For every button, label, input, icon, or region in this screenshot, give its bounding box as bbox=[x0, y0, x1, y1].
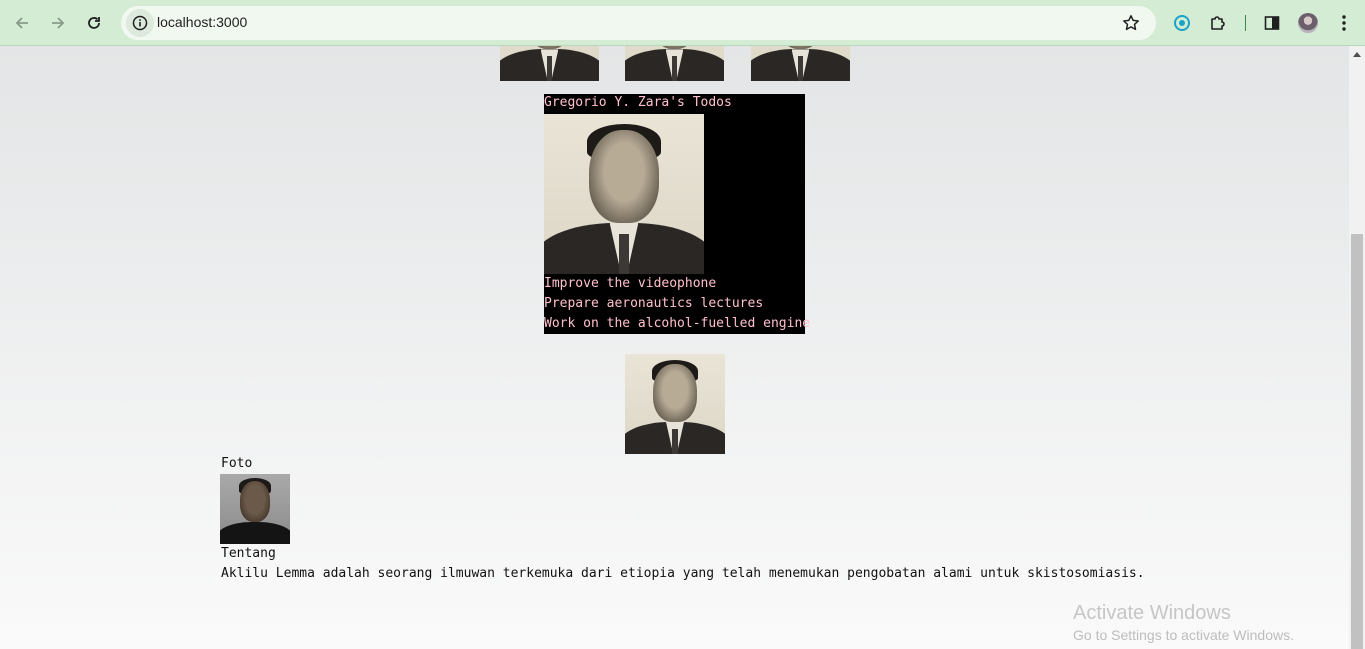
toolbar-divider bbox=[1245, 15, 1246, 31]
reload-icon bbox=[88, 17, 100, 29]
back-button[interactable] bbox=[8, 9, 36, 37]
browser-toolbar: localhost:3000 bbox=[0, 0, 1365, 46]
thumbnail-photo bbox=[751, 46, 850, 81]
watermark-subtitle: Go to Settings to activate Windows. bbox=[1073, 627, 1294, 643]
portrait-photo bbox=[625, 354, 725, 454]
puzzle-icon bbox=[1211, 16, 1225, 30]
url-text[interactable]: localhost:3000 bbox=[157, 14, 247, 30]
browser-menu-button[interactable] bbox=[1330, 9, 1358, 37]
info-icon bbox=[132, 15, 148, 31]
site-info-button[interactable] bbox=[126, 9, 154, 37]
kebab-menu-icon bbox=[1342, 15, 1346, 31]
scrollbar-thumb[interactable] bbox=[1351, 234, 1363, 649]
page-viewport: Gregorio Y. Zara's Todos Improve the vid… bbox=[0, 46, 1349, 649]
todo-item: Prepare aeronautics lectures bbox=[544, 296, 764, 311]
scroll-up-arrow-icon[interactable] bbox=[1353, 52, 1361, 57]
vertical-scrollbar[interactable] bbox=[1349, 46, 1365, 649]
thumbnail-photo bbox=[500, 46, 599, 81]
todo-card-photo bbox=[544, 114, 704, 274]
watermark-title: Activate Windows bbox=[1073, 602, 1231, 624]
arrow-right-icon bbox=[52, 17, 65, 29]
todo-list: Improve the videophone Prepare aeronauti… bbox=[544, 274, 810, 334]
bookmark-button[interactable] bbox=[1120, 12, 1142, 34]
address-bar[interactable]: localhost:3000 bbox=[121, 6, 1156, 40]
star-icon bbox=[1123, 15, 1139, 31]
photo-label: Foto bbox=[221, 456, 253, 471]
todo-card: Gregorio Y. Zara's Todos Improve the vid… bbox=[544, 94, 810, 334]
arrow-left-icon bbox=[15, 17, 28, 29]
todo-item: Improve the videophone bbox=[544, 276, 717, 291]
extension-logo-icon bbox=[1174, 15, 1190, 31]
todo-item: Work on the alcohol-fuelled engine bbox=[544, 316, 811, 331]
about-text: Aklilu Lemma adalah seorang ilmuwan terk… bbox=[221, 566, 1145, 581]
profile-photo bbox=[220, 474, 290, 544]
extensions-button[interactable] bbox=[1204, 9, 1232, 37]
about-label: Tentang bbox=[221, 546, 276, 561]
thumbnail-photo bbox=[625, 46, 724, 81]
side-panel-button[interactable] bbox=[1258, 9, 1286, 37]
profile-button[interactable] bbox=[1294, 9, 1322, 37]
reload-button[interactable] bbox=[80, 9, 108, 37]
activate-windows-watermark: Activate Windows Go to Settings to activ… bbox=[1073, 601, 1294, 645]
extension-logo-button[interactable] bbox=[1168, 9, 1196, 37]
side-panel-icon bbox=[1264, 16, 1280, 30]
forward-button[interactable] bbox=[44, 9, 72, 37]
todo-card-title: Gregorio Y. Zara's Todos bbox=[544, 95, 732, 110]
profile-avatar-icon bbox=[1298, 13, 1318, 33]
